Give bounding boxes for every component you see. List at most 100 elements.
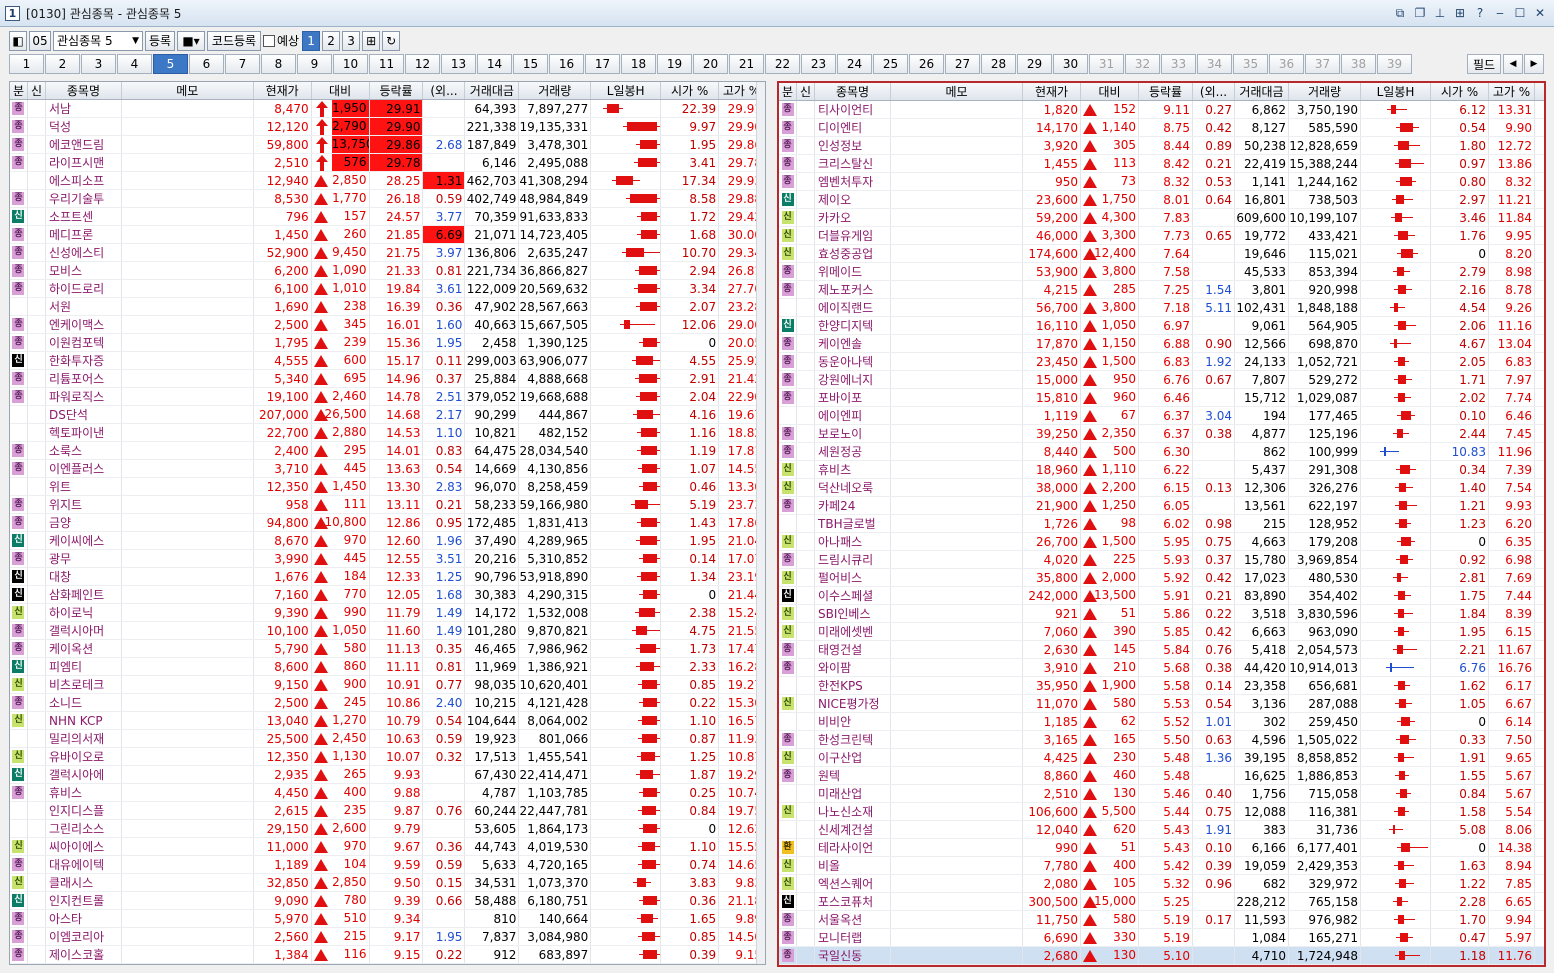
refresh-icon[interactable]: ↻ [382,30,401,51]
cell-stock-name[interactable]: 우리기술투 [46,190,122,207]
table-row[interactable]: 종 덕성 12,120 2,790 29.90 221,338 19,135,331 9.97… [10,118,765,136]
table-row[interactable]: 종 제노포커스 4,215 285 7.25 1.54 3,801 920,998 2.16 8.… [779,281,1544,299]
tab-19[interactable]: 19 [657,54,692,74]
cell-memo[interactable] [891,587,1023,604]
cell-stock-name[interactable]: 이구산업 [815,749,891,766]
cell-stock-name[interactable]: 소프트센 [46,208,122,225]
cell-memo[interactable] [122,784,254,801]
cell-stock-name[interactable]: 소룩스 [46,442,122,459]
cell-memo[interactable] [122,370,254,387]
table-row[interactable]: 종 대유에이텍 1,189 104 9.59 0.59 5,633 4,720,165 0.74… [10,856,765,874]
tab-30[interactable]: 30 [1053,54,1088,74]
cell-memo[interactable] [122,118,254,135]
table-row[interactable]: 종 강원에너지 15,000 950 6.76 0.67 7,807 529,272 1.71 7… [779,371,1544,389]
cell-stock-name[interactable]: 인지디스플 [46,802,122,819]
table-row[interactable]: 신 엑션스퀘어 2,080 105 5.32 0.96 682 329,972 1.22 7.85 [779,875,1544,893]
table-row[interactable]: TBH글로벌 1,726 98 6.02 0.98 215 128,952 1.23 6.20 [779,515,1544,533]
cell-stock-name[interactable]: 소니드 [46,694,122,711]
cell-stock-name[interactable]: 아나패스 [815,533,891,550]
tab-11[interactable]: 11 [369,54,404,74]
group-number-input[interactable]: 05 [29,30,51,51]
table-row[interactable]: 종 모니터랩 6,690 330 5.19 1,084 165,271 0.47 5.97 [779,929,1544,947]
table-row[interactable]: 헥토파이낸 22,700 2,880 14.53 1.10 10,821 482,152 1.… [10,424,765,442]
cell-memo[interactable] [122,838,254,855]
cell-memo[interactable] [891,353,1023,370]
field-button[interactable]: 필드 [1467,54,1501,74]
table-row[interactable]: 종 태영건설 2,630 145 5.84 0.76 5,418 2,054,573 2.21 1… [779,641,1544,659]
cell-memo[interactable] [891,605,1023,622]
cell-memo[interactable] [891,551,1023,568]
cell-memo[interactable] [891,263,1023,280]
table-row[interactable]: 종 파워로직스 19,100 2,460 14.78 2.51 379,052 19,668,… [10,388,765,406]
cell-stock-name[interactable]: 미래산업 [815,785,891,802]
table-row[interactable]: 종 서울옥션 11,750 580 5.19 0.17 11,593 976,982 1.70 9… [779,911,1544,929]
cell-memo[interactable] [891,389,1023,406]
table-row[interactable]: 신 하이로닉 9,390 990 11.79 1.49 14,172 1,532,008 2.3… [10,604,765,622]
cell-stock-name[interactable]: 에이직랜드 [815,299,891,316]
cell-memo[interactable] [891,245,1023,262]
cell-stock-name[interactable]: 광무 [46,550,122,567]
cell-stock-name[interactable]: 인지컨트롤 [46,892,122,909]
maximize-icon[interactable]: ☐ [1510,4,1530,22]
cell-stock-name[interactable]: 이수스페셜 [815,587,891,604]
cell-stock-name[interactable]: 대창 [46,568,122,585]
header-col-daily-candle[interactable]: L일봉H [1361,83,1431,100]
cell-memo[interactable] [122,568,254,585]
table-row[interactable]: 종 리튬포어스 5,340 695 14.96 0.37 25,884 4,888,668 2.… [10,370,765,388]
cell-memo[interactable] [891,209,1023,226]
tab-14[interactable]: 14 [477,54,512,74]
cell-stock-name[interactable]: 리튬포어스 [46,370,122,387]
cell-memo[interactable] [122,244,254,261]
cell-memo[interactable] [891,713,1023,730]
cell-stock-name[interactable]: 케이씨에스 [46,532,122,549]
cell-memo[interactable] [891,659,1023,676]
cell-stock-name[interactable]: 카페24 [815,497,891,514]
cell-memo[interactable] [891,803,1023,820]
cell-stock-name[interactable]: 헥토파이낸 [46,424,122,441]
table-row[interactable]: 에이직랜드 56,700 3,800 7.18 5.11 102,431 1,848,188… [779,299,1544,317]
header-col-category[interactable]: 분 [10,82,28,99]
cell-memo[interactable] [891,767,1023,784]
header-col-daily-candle[interactable]: L일봉H [591,82,662,99]
color-select[interactable]: ■▾ [177,30,205,51]
cell-stock-name[interactable]: 효성중공업 [815,245,891,262]
header-col-trade-amount[interactable]: 거래대금 [1235,83,1289,100]
cell-memo[interactable] [891,821,1023,838]
tab-23[interactable]: 23 [801,54,836,74]
cell-stock-name[interactable]: 포바이포 [815,389,891,406]
header-col-memo[interactable]: 메모 [891,83,1023,100]
cell-memo[interactable] [122,388,254,405]
cell-stock-name[interactable]: 갤럭시아머 [46,622,122,639]
cell-stock-name[interactable]: 휴비스 [46,784,122,801]
header-col-change[interactable]: 대비 [1081,83,1139,100]
cell-memo[interactable] [891,317,1023,334]
tab-22[interactable]: 22 [765,54,800,74]
cell-memo[interactable] [891,533,1023,550]
cell-stock-name[interactable]: 유바이오로 [46,748,122,765]
cell-stock-name[interactable]: 인성정보 [815,137,891,154]
header-col-rate[interactable]: 등락률 [370,82,424,99]
tab-32[interactable]: 32 [1125,54,1160,74]
cell-memo[interactable] [122,604,254,621]
cell-stock-name[interactable]: SBI인베스 [815,605,891,622]
cell-memo[interactable] [891,155,1023,172]
cell-stock-name[interactable]: 케이옥션 [46,640,122,657]
cell-stock-name[interactable]: 라이프시맨 [46,154,122,171]
cell-stock-name[interactable]: 펄어비스 [815,569,891,586]
cell-stock-name[interactable]: 제노포커스 [815,281,891,298]
table-row[interactable]: 종 티사이언티 1,820 152 9.11 0.27 6,862 3,750,190 6.12… [779,101,1544,119]
cell-memo[interactable] [122,856,254,873]
tab-12[interactable]: 12 [405,54,440,74]
table-row[interactable]: 종 에코앤드림 59,800 13,750 29.86 2.68 187,849 3,478,… [10,136,765,154]
table-row[interactable]: 종 아스타 5,970 510 9.34 810 140,664 1.65 9.89 [10,910,765,928]
cell-stock-name[interactable]: 제이스코홀 [46,946,122,963]
page-button-1[interactable]: 1 [302,30,321,51]
table-row[interactable]: 신 나노신소재 106,600 5,500 5.44 0.75 12,088 116,381 1… [779,803,1544,821]
tab-8[interactable]: 8 [261,54,296,74]
layout-grid-icon[interactable]: ⊞ [362,30,381,51]
cell-memo[interactable] [891,875,1023,892]
cell-stock-name[interactable]: 이원컴포텍 [46,334,122,351]
header-col-foreign[interactable]: (외... [423,82,466,99]
header-col-change[interactable]: 대비 [312,82,370,99]
cell-stock-name[interactable]: DS단석 [46,406,122,423]
